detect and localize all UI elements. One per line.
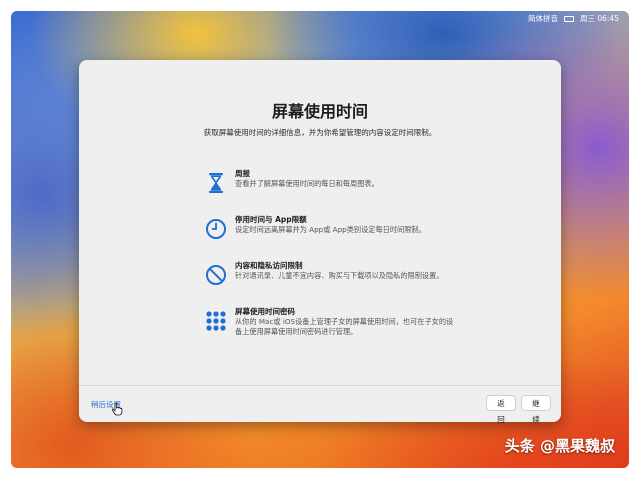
passcode-grid-icon bbox=[206, 311, 226, 331]
hourglass-icon bbox=[209, 173, 223, 193]
screen-time-dialog: 屏幕使用时间 获取屏幕使用时间的详细信息，并为你希望管理的内容设定时间限制。 周… bbox=[79, 60, 561, 424]
prohibited-icon bbox=[206, 265, 226, 285]
keyboard-icon[interactable] bbox=[564, 15, 574, 22]
page-subtitle: 获取屏幕使用时间的详细信息，并为你希望管理的内容设定时间限制。 bbox=[203, 128, 437, 137]
feature-description: 针对通讯录、儿童不宜内容、购买与下载项以及隐私的限制设置。 bbox=[235, 271, 444, 280]
input-method-label[interactable]: 简体拼音 bbox=[528, 13, 558, 24]
hand-pointer-icon bbox=[111, 402, 123, 416]
menu-bar: 简体拼音 周三 06:45 bbox=[11, 11, 629, 25]
feature-description: 查看并了解屏幕使用时间的每日和每周图表。 bbox=[235, 179, 379, 188]
feature-title: 内容和隐私访问限制 bbox=[235, 261, 303, 270]
watermark: 头条 @黑果魏叔 bbox=[504, 437, 615, 455]
feature-title: 周报 bbox=[235, 169, 250, 178]
clock-icon bbox=[206, 219, 226, 239]
feature-title: 屏幕使用时间密码 bbox=[235, 307, 295, 316]
feature-description: 设定时间远离屏幕并为 App或 App类别设定每日时间限制。 bbox=[235, 225, 426, 234]
back-button[interactable]: 返回 bbox=[486, 395, 516, 424]
footer-divider bbox=[79, 385, 561, 386]
feature-description: 从你的 Mac或 iOS设备上管理子女的屏幕使用时间，也可在子女的设备上使用屏幕… bbox=[235, 317, 454, 336]
continue-button[interactable]: 继续 bbox=[521, 395, 551, 424]
page-title: 屏幕使用时间 bbox=[271, 102, 368, 121]
feature-title: 停用时间与 App限额 bbox=[235, 215, 307, 224]
desktop: 简体拼音 周三 06:45 屏幕使用时间 获取屏幕使用时间的详细信息，并为你希望… bbox=[11, 11, 629, 468]
clock-readout[interactable]: 周三 06:45 bbox=[580, 13, 619, 24]
